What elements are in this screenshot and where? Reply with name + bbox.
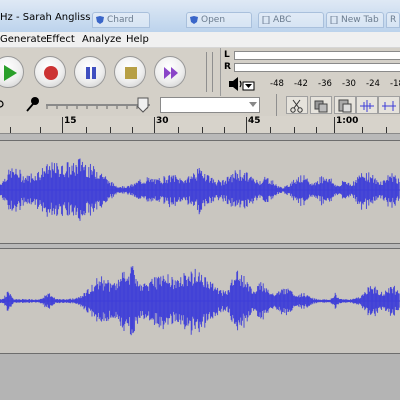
pause-icon [86, 67, 96, 79]
timeline-tick [224, 127, 225, 133]
toolbar-separator [206, 52, 207, 92]
record-button[interactable] [34, 56, 66, 88]
timeline-tick [86, 127, 87, 133]
menu-bar: Generate Effect Analyze Help [0, 32, 400, 48]
timeline-tick [316, 127, 317, 133]
title-bar: Hz - Sarah Angliss Chard Open ABC New Ta… [0, 0, 400, 32]
shield-icon [190, 16, 198, 24]
browser-tab-5[interactable]: R [386, 12, 400, 28]
window-title: Hz - Sarah Angliss [0, 12, 91, 23]
waveform-right [0, 266, 400, 336]
speaker-volume-icon [0, 100, 4, 108]
record-icon [44, 66, 58, 80]
timeline-label: 45 [248, 116, 261, 126]
copy-button[interactable] [310, 96, 332, 114]
menu-help[interactable]: Help [126, 34, 149, 45]
speaker-icon[interactable] [228, 76, 256, 92]
input-source-dropdown[interactable] [160, 97, 260, 113]
audio-track-left[interactable] [0, 140, 400, 244]
shield-icon [96, 16, 104, 24]
scissors-icon [290, 99, 303, 113]
timeline-tick [10, 127, 11, 133]
meter-tick: -30 [342, 79, 356, 89]
toolbar-separator [212, 52, 213, 92]
meter-right-bar [234, 63, 400, 72]
paste-icon [338, 99, 352, 113]
browser-tab-1[interactable]: Chard [92, 12, 150, 28]
timeline-tick [62, 117, 63, 133]
meter-tick: -24 [366, 79, 380, 89]
skip-to-end-icon [164, 67, 178, 79]
meter-tick: -18 [390, 79, 400, 89]
stop-button[interactable] [114, 56, 146, 88]
timeline-tick [334, 117, 335, 133]
cut-button[interactable] [286, 96, 308, 114]
timeline-label: 1:00 [336, 116, 359, 126]
timeline-tick [362, 127, 363, 133]
empty-track-area [0, 354, 400, 400]
paste-button[interactable] [334, 96, 356, 114]
timeline-label: 15 [64, 116, 77, 126]
meter-tick: -48 [270, 79, 284, 89]
menu-generate[interactable]: Generate [0, 34, 47, 45]
browser-tab-4[interactable]: New Tab [326, 12, 384, 28]
stop-icon [125, 67, 137, 79]
meter-right-label: R [224, 62, 231, 72]
timeline-tick [110, 127, 111, 133]
slider-ticks [46, 106, 148, 109]
browser-tab-3[interactable]: ABC [258, 12, 324, 28]
trim-button[interactable] [356, 96, 378, 114]
pause-button[interactable] [74, 56, 106, 88]
microphone-icon [26, 97, 39, 112]
page-icon [330, 16, 338, 24]
trim-audio-icon [360, 100, 374, 112]
silence-button[interactable] [378, 96, 400, 114]
timeline-tick [40, 127, 41, 133]
meter-left-bar [234, 51, 400, 60]
browser-tab-2[interactable]: Open [186, 12, 252, 28]
menu-analyze[interactable]: Analyze [82, 34, 121, 45]
timeline-tick [178, 127, 179, 133]
chevron-down-icon [249, 102, 257, 107]
timeline-tick [132, 127, 133, 133]
timeline-tick [202, 127, 203, 133]
timeline-label: 30 [156, 116, 169, 126]
timeline-ruler[interactable]: 15 30 45 1:00 [0, 116, 400, 134]
copy-icon [314, 100, 328, 113]
meter-tick: -42 [294, 79, 308, 89]
menu-effect[interactable]: Effect [46, 34, 75, 45]
timeline-tick [270, 127, 271, 133]
page-icon [262, 16, 270, 24]
slider-thumb[interactable] [137, 97, 149, 113]
timeline-tick [294, 127, 295, 133]
audio-track-right[interactable] [0, 248, 400, 354]
timeline-tick [246, 117, 247, 133]
waveform-left [0, 158, 400, 221]
timeline-tick [154, 117, 155, 133]
meter-tick: -36 [318, 79, 332, 89]
play-icon [4, 65, 17, 81]
meter-left-label: L [224, 50, 230, 60]
skip-to-end-button[interactable] [154, 56, 186, 88]
silence-audio-icon [382, 101, 396, 111]
toolbar-separator [276, 94, 277, 116]
timeline-tick [386, 127, 387, 133]
play-button[interactable] [0, 56, 24, 88]
